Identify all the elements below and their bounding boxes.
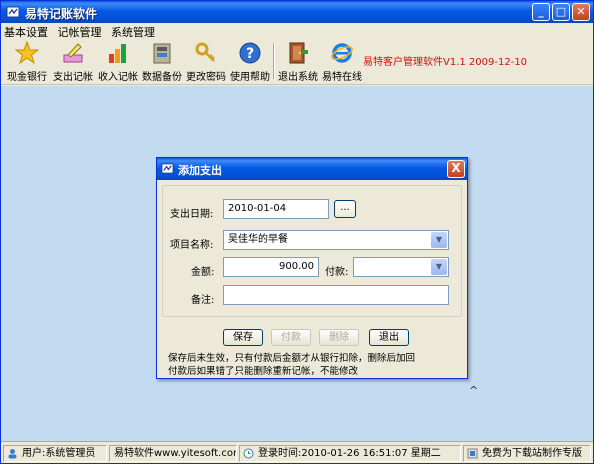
note-line-2: 付款后如果错了只能删除重新记帐，不能修改	[168, 366, 359, 377]
dialog-title-bar[interactable]: 添加支出 X	[157, 158, 467, 180]
remark-label: 备注:	[191, 295, 215, 306]
status-login-time: 登录时间:2010-01-26 16:51:07 星期二	[258, 448, 441, 459]
chevron-down-icon[interactable]: ▼	[431, 232, 447, 248]
status-user-panel: 用户:系统管理员	[3, 445, 107, 462]
pay-button[interactable]: 付款	[271, 329, 311, 346]
database-icon	[153, 43, 171, 64]
delete-button[interactable]: 删除	[319, 329, 359, 346]
help-icon: ?	[239, 42, 261, 64]
menu-accounting[interactable]: 记帐管理	[55, 23, 105, 40]
key-icon	[195, 42, 215, 62]
toolbar-label: 收入记帐	[98, 72, 138, 83]
toolbar-change-password-button[interactable]: 更改密码	[185, 41, 227, 83]
version-text: 易特客户管理软件V1.1 2009-12-10	[363, 57, 528, 68]
status-promo: 免费为下载站制作专版	[482, 448, 582, 459]
dialog-close-button[interactable]: X	[447, 160, 465, 178]
note-line-1: 保存后未生效，只有付款后金额才从银行扣除，删除后加回	[168, 353, 416, 364]
minimize-button[interactable]: _	[532, 3, 550, 21]
save-button[interactable]: 保存	[223, 329, 263, 346]
status-company-panel: 易特软件www.yitesoft.com	[109, 445, 237, 462]
menu-basic-settings[interactable]: 基本设置	[1, 23, 51, 40]
toolbar-label: 使用帮助	[230, 72, 270, 83]
title-bar[interactable]: 易特记账软件 _ □ ✕	[1, 1, 593, 23]
maximize-button[interactable]: □	[552, 3, 570, 21]
main-window: 易特记账软件 _ □ ✕ 基本设置 记帐管理 系统管理 现金银行 支出记帐 收入…	[0, 0, 594, 464]
item-name-select[interactable]: 吴佳华的早餐 ▼	[223, 230, 449, 250]
toolbar-help-button[interactable]: ? 使用帮助	[229, 41, 271, 83]
menu-system[interactable]: 系统管理	[108, 23, 158, 40]
dialog-title: 添加支出	[178, 164, 222, 177]
svg-text:?: ?	[246, 46, 254, 62]
close-button[interactable]: ✕	[572, 3, 590, 21]
toolbar-expense-button[interactable]: 支出记帐	[52, 41, 94, 83]
toolbar-label: 退出系统	[278, 72, 318, 83]
bar-chart-icon	[109, 44, 126, 63]
payment-select[interactable]: ▼	[353, 257, 449, 277]
add-expense-dialog: 添加支出 X 支出日期: 2010-01-04 ... 项目名称: 吴佳华的早餐…	[156, 157, 468, 379]
status-login-panel: 登录时间:2010-01-26 16:51:07 星期二	[239, 445, 461, 462]
toolbar-label: 现金银行	[7, 72, 47, 83]
toolbar-label: 数据备份	[142, 72, 182, 83]
user-icon	[8, 449, 17, 459]
payment-label: 付款:	[325, 267, 349, 278]
date-picker-button[interactable]: ...	[334, 200, 356, 218]
window-title: 易特记账软件	[25, 7, 98, 21]
toolbar-label: 支出记帐	[53, 72, 93, 83]
menu-bar: 基本设置 记帐管理 系统管理	[1, 23, 593, 39]
status-promo-panel: 免费为下载站制作专版	[463, 445, 591, 462]
date-label: 支出日期:	[170, 209, 214, 220]
flag-icon	[467, 448, 478, 459]
toolbar-label: 更改密码	[186, 72, 226, 83]
toolbar: 现金银行 支出记帐 收入记帐 数据备份 更改密码 ? 使用帮助 退出系统 易特在…	[1, 39, 593, 85]
item-name-label: 项目名称:	[170, 240, 214, 251]
toolbar-cash-bank-button[interactable]: 现金银行	[6, 41, 48, 83]
toolbar-separator	[273, 43, 275, 79]
chevron-down-icon[interactable]: ▼	[431, 259, 447, 275]
status-company: 易特软件www.yitesoft.com	[114, 448, 237, 459]
clock-icon	[243, 448, 254, 459]
status-bar: 用户:系统管理员 易特软件www.yitesoft.com 登录时间:2010-…	[1, 441, 593, 463]
item-name-value: 吴佳华的早餐	[228, 234, 288, 245]
toolbar-exit-button[interactable]: 退出系统	[277, 41, 319, 83]
toolbar-online-button[interactable]: 易特在线	[321, 41, 363, 83]
dialog-app-icon	[161, 163, 174, 174]
exit-button[interactable]: 退出	[369, 329, 409, 346]
app-icon	[6, 6, 20, 18]
toolbar-income-button[interactable]: 收入记帐	[97, 41, 139, 83]
pen-icon	[63, 43, 83, 63]
amount-label: 金额:	[191, 267, 215, 278]
exit-door-icon	[289, 42, 308, 64]
toolbar-backup-button[interactable]: 数据备份	[141, 41, 183, 83]
ie-icon	[331, 43, 353, 63]
remark-input[interactable]	[223, 285, 449, 305]
caret-up-icon: ^	[469, 384, 479, 397]
date-input[interactable]: 2010-01-04	[223, 199, 329, 219]
status-user: 用户:系统管理员	[22, 448, 96, 459]
star-icon	[15, 41, 39, 65]
toolbar-label: 易特在线	[322, 72, 362, 83]
amount-input[interactable]: 900.00	[223, 257, 319, 277]
